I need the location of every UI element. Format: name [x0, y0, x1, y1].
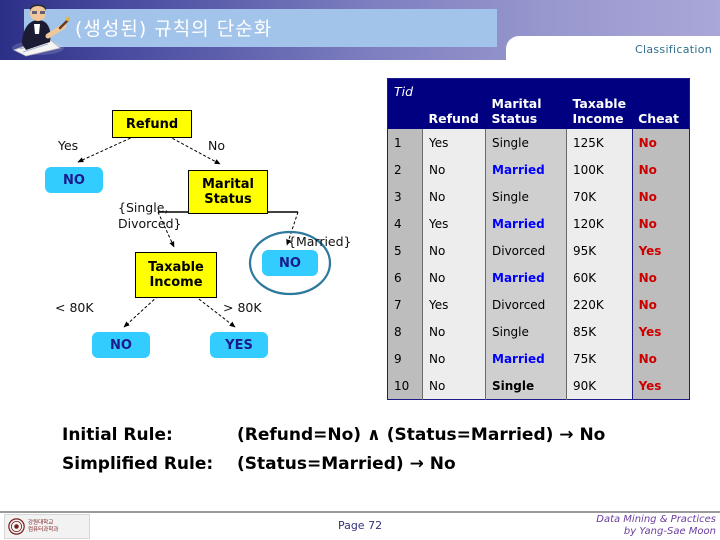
cell-marital-status: Married — [485, 264, 567, 291]
tree-leaf-income-high[interactable]: YES — [210, 332, 268, 358]
footer-credit: Data Mining & Practices by Yang-Sae Moon — [596, 514, 716, 538]
tree-edge-label-yes: Yes — [58, 138, 79, 153]
cell-marital-status: Married — [485, 156, 567, 183]
table-row[interactable]: 8 No Single 85K Yes — [387, 318, 690, 345]
cell-cheat: Yes — [632, 318, 690, 345]
table-header-row: Tid Refund Marital Status Taxable Income… — [387, 78, 690, 129]
cell-refund: Yes — [422, 210, 486, 237]
tree-leaf-refund-yes[interactable]: NO — [45, 167, 103, 193]
cell-marital-status: Divorced — [485, 291, 567, 318]
cell-taxable-income: 120K — [566, 210, 633, 237]
cell-tid: 4 — [387, 210, 423, 237]
simplified-rule-row: Simplified Rule: (Status=Married) → No — [62, 454, 682, 474]
cell-taxable-income: 90K — [566, 372, 633, 400]
initial-rule-row: Initial Rule: (Refund=No) ∧ (Status=Marr… — [62, 425, 682, 445]
cell-refund: Yes — [422, 291, 486, 318]
tree-edge-label-single-divorced: {Single, Divorced} — [118, 200, 182, 231]
initial-rule-expression: (Refund=No) ∧ (Status=Married) → No — [237, 425, 606, 445]
cell-refund: No — [422, 318, 486, 345]
tree-edge-label-married: {Married} — [288, 234, 352, 249]
cell-refund: No — [422, 183, 486, 210]
table-row[interactable]: 6 No Married 60K No — [387, 264, 690, 291]
writer-person-icon — [12, 4, 70, 57]
table-row[interactable]: 5 No Divorced 95K Yes — [387, 237, 690, 264]
page-title: (생성된) 규칙의 단순화 — [75, 18, 273, 40]
cell-marital-status: Married — [485, 345, 567, 372]
col-header-cheat: Cheat — [632, 78, 690, 129]
rules-block: Initial Rule: (Refund=No) ∧ (Status=Marr… — [62, 425, 682, 483]
cell-refund: No — [422, 372, 486, 400]
tree-edge-label-no: No — [208, 138, 225, 153]
cell-cheat: No — [632, 129, 690, 156]
table-row[interactable]: 10 No Single 90K Yes — [387, 372, 690, 400]
cell-marital-status: Married — [485, 210, 567, 237]
cell-taxable-income: 220K — [566, 291, 633, 318]
cell-tid: 2 — [387, 156, 423, 183]
slide-footer: 강원대학교 컴퓨터과학과 Page 72 Data Mining & Pract… — [0, 513, 720, 540]
cell-marital-status: Single — [485, 372, 567, 400]
col-header-income: Taxable Income — [566, 78, 633, 129]
simplified-rule-expression: (Status=Married) → No — [237, 454, 456, 474]
training-data-table: Tid Refund Marital Status Taxable Income… — [387, 78, 690, 400]
cell-taxable-income: 125K — [566, 129, 633, 156]
cell-cheat: Yes — [632, 237, 690, 264]
cell-marital-status: Single — [485, 183, 567, 210]
col-header-refund: Refund — [422, 78, 486, 129]
cell-tid: 9 — [387, 345, 423, 372]
table-row[interactable]: 1 Yes Single 125K No — [387, 129, 690, 156]
cell-taxable-income: 75K — [566, 345, 633, 372]
simplified-rule-label: Simplified Rule: — [62, 454, 214, 474]
col-header-tid: Tid — [387, 78, 423, 129]
cell-tid: 1 — [387, 129, 423, 156]
cell-cheat: No — [632, 210, 690, 237]
tree-node-marital-status[interactable]: Marital Status — [188, 170, 268, 214]
decision-tree-diagram: Refund Marital Status Taxable Income NO … — [40, 100, 380, 375]
footer-credit-author: by Yang-Sae Moon — [623, 526, 716, 537]
footer-credit-title: Data Mining & Practices — [596, 514, 716, 525]
cell-cheat: No — [632, 345, 690, 372]
cell-cheat: Yes — [632, 372, 690, 400]
cell-cheat: No — [632, 291, 690, 318]
tree-edge-label-gt-80k: > 80K — [223, 300, 262, 315]
section-tab-label: Classification — [635, 43, 712, 56]
cell-taxable-income: 60K — [566, 264, 633, 291]
table-row[interactable]: 2 No Married 100K No — [387, 156, 690, 183]
cell-refund: No — [422, 156, 486, 183]
cell-cheat: No — [632, 156, 690, 183]
tree-node-refund[interactable]: Refund — [112, 110, 192, 138]
cell-taxable-income: 85K — [566, 318, 633, 345]
cell-marital-status: Single — [485, 318, 567, 345]
table-body: 1 Yes Single 125K No 2 No Married 100K No 3 No Singl… — [387, 129, 690, 400]
table-row[interactable]: 3 No Single 70K No — [387, 183, 690, 210]
table-row[interactable]: 4 Yes Married 120K No — [387, 210, 690, 237]
table-row[interactable]: 9 No Married 75K No — [387, 345, 690, 372]
initial-rule-label: Initial Rule: — [62, 425, 173, 445]
tree-node-taxable-income[interactable]: Taxable Income — [135, 252, 217, 298]
table-row[interactable]: 7 Yes Divorced 220K No — [387, 291, 690, 318]
cell-tid: 6 — [387, 264, 423, 291]
cell-refund: Yes — [422, 129, 486, 156]
cell-tid: 3 — [387, 183, 423, 210]
cell-cheat: No — [632, 264, 690, 291]
cell-refund: No — [422, 237, 486, 264]
cell-tid: 7 — [387, 291, 423, 318]
cell-taxable-income: 95K — [566, 237, 633, 264]
cell-taxable-income: 100K — [566, 156, 633, 183]
cell-marital-status: Divorced — [485, 237, 567, 264]
cell-tid: 8 — [387, 318, 423, 345]
col-header-marital: Marital Status — [485, 78, 567, 129]
cell-tid: 5 — [387, 237, 423, 264]
tree-leaf-married[interactable]: NO — [262, 250, 318, 276]
cell-tid: 10 — [387, 372, 423, 400]
cell-marital-status: Single — [485, 129, 567, 156]
tree-leaf-income-low[interactable]: NO — [92, 332, 150, 358]
section-tab: Classification — [506, 36, 720, 66]
table-header: Tid Refund Marital Status Taxable Income… — [387, 78, 690, 129]
tree-edge-label-lt-80k: < 80K — [55, 300, 94, 315]
cell-refund: No — [422, 264, 486, 291]
cell-refund: No — [422, 345, 486, 372]
cell-taxable-income: 70K — [566, 183, 633, 210]
cell-cheat: No — [632, 183, 690, 210]
